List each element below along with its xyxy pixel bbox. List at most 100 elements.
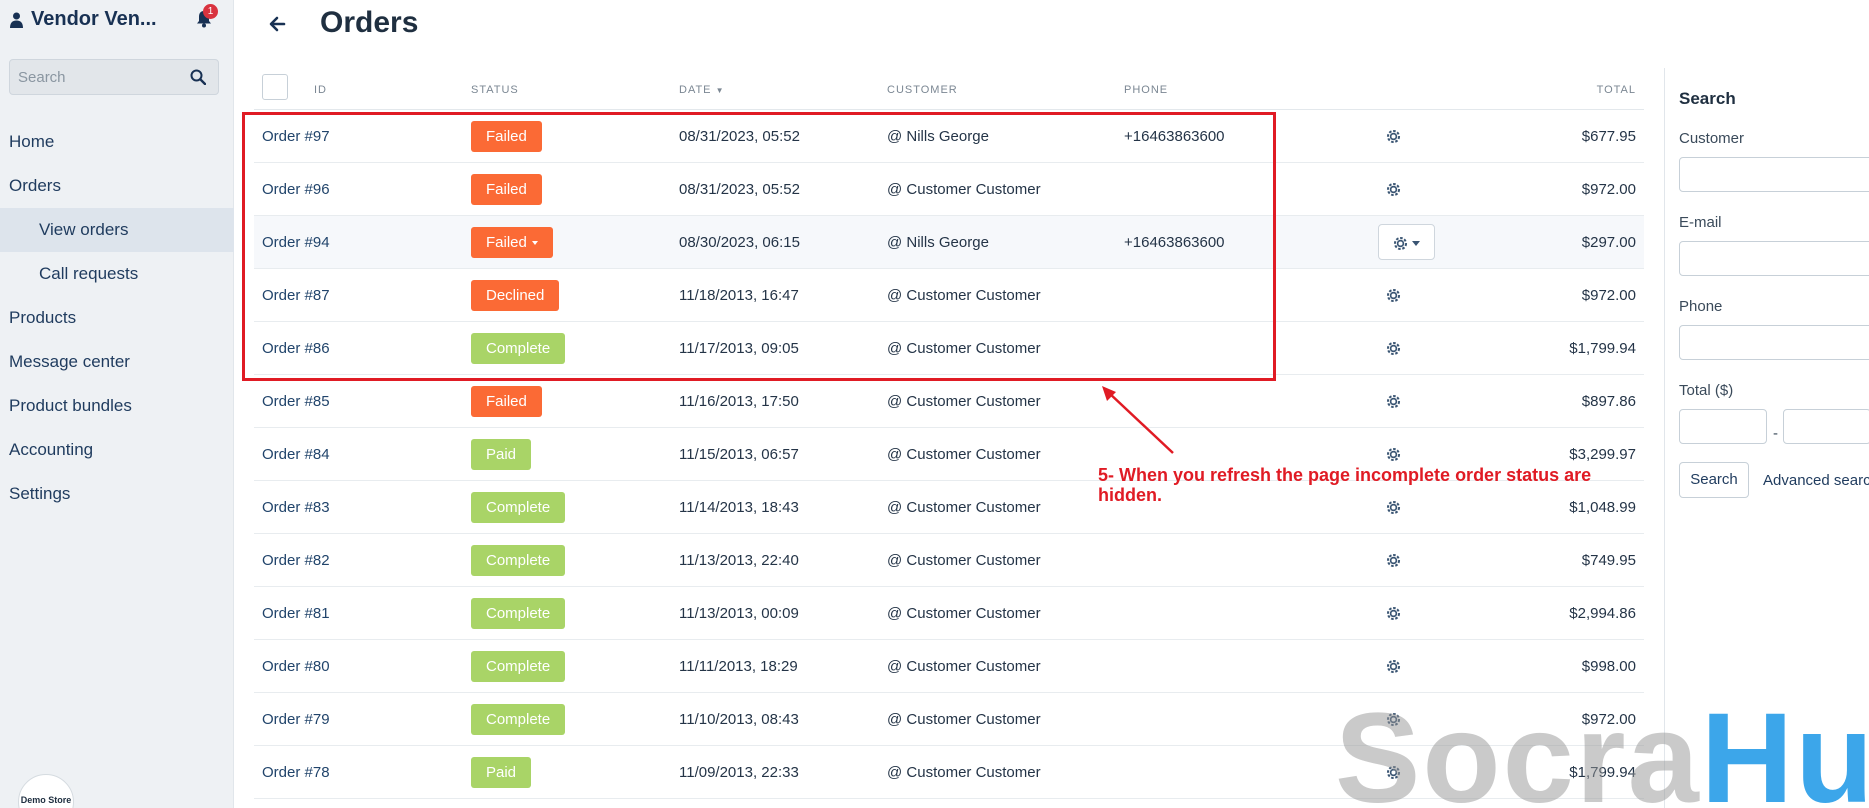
order-id-link[interactable]: Order #79: [262, 693, 330, 746]
nav-home[interactable]: Home: [0, 120, 234, 164]
table-row[interactable]: Order #80 Complete 11/11/2013, 18:29 @ C…: [254, 640, 1644, 693]
order-total: $972.00: [1581, 287, 1636, 304]
nav-product-bundles[interactable]: Product bundles: [0, 384, 234, 428]
nav-message-center[interactable]: Message center: [0, 340, 234, 384]
back-arrow-icon[interactable]: [268, 14, 288, 34]
status-cell: Complete: [471, 492, 566, 523]
gear-icon[interactable]: [1385, 446, 1402, 463]
gear-icon[interactable]: [1385, 340, 1402, 357]
gear-icon[interactable]: [1385, 393, 1402, 410]
status-cell: Complete: [471, 651, 566, 682]
status-cell: Failed: [471, 386, 542, 417]
order-date: 11/14/2013, 18:43: [679, 499, 799, 516]
order-total: $897.86: [1581, 393, 1636, 410]
table-header: ID STATUS DATE ▼ CUSTOMER PHONE TOTAL: [254, 66, 1644, 110]
order-total: $297.00: [1581, 234, 1636, 251]
sidebar-nav: Home Orders View orders Call requests Pr…: [0, 120, 234, 516]
nav-products[interactable]: Products: [0, 296, 234, 340]
order-date: 11/13/2013, 22:40: [679, 552, 799, 569]
status-badge: Complete: [471, 651, 566, 682]
status-cell: Complete: [471, 704, 566, 735]
status-label: Paid: [486, 764, 517, 781]
gear-icon[interactable]: [1385, 658, 1402, 675]
gear-icon[interactable]: [1385, 181, 1402, 198]
status-badge: Complete: [471, 598, 566, 629]
table-row[interactable]: Order #82 Complete 11/13/2013, 22:40 @ C…: [254, 534, 1644, 587]
nav-orders[interactable]: Orders: [0, 164, 234, 208]
status-badge: Paid: [471, 757, 532, 788]
range-separator: -: [1773, 425, 1778, 442]
column-status[interactable]: STATUS: [471, 84, 519, 96]
column-date[interactable]: DATE ▼: [679, 84, 725, 96]
order-date: 11/16/2013, 17:50: [679, 393, 799, 410]
customer-link[interactable]: @ Customer Customer: [887, 375, 1041, 428]
order-id-link[interactable]: Order #83: [262, 481, 330, 534]
sidebar-search: [9, 59, 219, 95]
order-id-link[interactable]: Order #85: [262, 375, 330, 428]
customer-link[interactable]: @ Customer Customer: [887, 587, 1041, 640]
column-id[interactable]: ID: [314, 84, 327, 96]
nav-call-requests[interactable]: Call requests: [0, 252, 234, 296]
column-phone[interactable]: PHONE: [1124, 84, 1168, 96]
gear-icon[interactable]: [1392, 235, 1409, 252]
search-button[interactable]: Search: [1679, 462, 1749, 498]
nav-view-orders[interactable]: View orders: [0, 208, 234, 252]
order-total: $749.95: [1581, 552, 1636, 569]
order-total: $1,799.94: [1569, 340, 1636, 357]
customer-link[interactable]: @ Customer Customer: [887, 640, 1041, 693]
customer-link[interactable]: @ Customer Customer: [887, 428, 1041, 481]
order-date: 11/09/2013, 22:33: [679, 764, 799, 781]
customer-link[interactable]: @ Customer Customer: [887, 534, 1041, 587]
order-date: 11/13/2013, 00:09: [679, 605, 799, 622]
customer-link[interactable]: @ Customer Customer: [887, 746, 1041, 799]
watermark-part2: Hub: [1700, 687, 1869, 808]
column-total[interactable]: TOTAL: [1597, 84, 1636, 96]
order-id-link[interactable]: Order #80: [262, 640, 330, 693]
search-icon[interactable]: [190, 69, 206, 85]
order-total: $677.95: [1581, 128, 1636, 145]
order-date: 11/11/2013, 18:29: [679, 658, 798, 675]
order-total: $972.00: [1581, 181, 1636, 198]
email-label: E-mail: [1679, 214, 1722, 231]
order-id-link[interactable]: Order #81: [262, 587, 330, 640]
gear-icon[interactable]: [1385, 552, 1402, 569]
table-row[interactable]: Order #85 Failed 11/16/2013, 17:50 @ Cus…: [254, 375, 1644, 428]
advanced-search-link[interactable]: Advanced search: [1763, 472, 1869, 489]
order-date: 11/10/2013, 08:43: [679, 711, 799, 728]
column-customer[interactable]: CUSTOMER: [887, 84, 958, 96]
watermark-part1: Socra: [1335, 687, 1701, 808]
phone-input[interactable]: [1679, 325, 1869, 360]
status-label: Complete: [486, 552, 551, 569]
gear-icon[interactable]: [1385, 605, 1402, 622]
email-input[interactable]: [1679, 241, 1869, 276]
nav-accounting[interactable]: Accounting: [0, 428, 234, 472]
annotation-text: 5- When you refresh the page incomplete …: [1098, 465, 1592, 505]
gear-icon[interactable]: [1385, 287, 1402, 304]
gear-icon[interactable]: [1385, 128, 1402, 145]
sidebar-search-input[interactable]: [10, 60, 180, 94]
watermark-logo: SocraHub: [1335, 695, 1869, 808]
customer-link[interactable]: @ Customer Customer: [887, 481, 1041, 534]
order-total: $2,994.86: [1569, 605, 1636, 622]
select-all-checkbox[interactable]: [262, 74, 288, 100]
column-date-label: DATE: [679, 84, 712, 96]
table-row[interactable]: Order #81 Complete 11/13/2013, 00:09 @ C…: [254, 587, 1644, 640]
order-id-link[interactable]: Order #82: [262, 534, 330, 587]
total-min-input[interactable]: [1679, 409, 1767, 444]
row-actions-dropdown[interactable]: [1378, 224, 1435, 260]
nav-settings[interactable]: Settings: [0, 472, 234, 516]
user-icon: [10, 12, 23, 28]
status-badge: Failed: [471, 386, 542, 417]
notification-badge: 1: [203, 4, 218, 19]
status-badge: Complete: [471, 704, 566, 735]
status-label: Paid: [486, 446, 517, 463]
vendor-menu[interactable]: Vendor Ven...: [10, 8, 157, 31]
annotation-highlight-box: [242, 112, 1276, 381]
order-id-link[interactable]: Order #78: [262, 746, 330, 799]
total-max-input[interactable]: [1783, 409, 1869, 444]
customer-input[interactable]: [1679, 157, 1869, 192]
demo-store-badge[interactable]: Demo Store: [18, 774, 74, 808]
customer-link[interactable]: @ Customer Customer: [887, 693, 1041, 746]
order-id-link[interactable]: Order #84: [262, 428, 330, 481]
status-label: Failed: [486, 393, 527, 410]
